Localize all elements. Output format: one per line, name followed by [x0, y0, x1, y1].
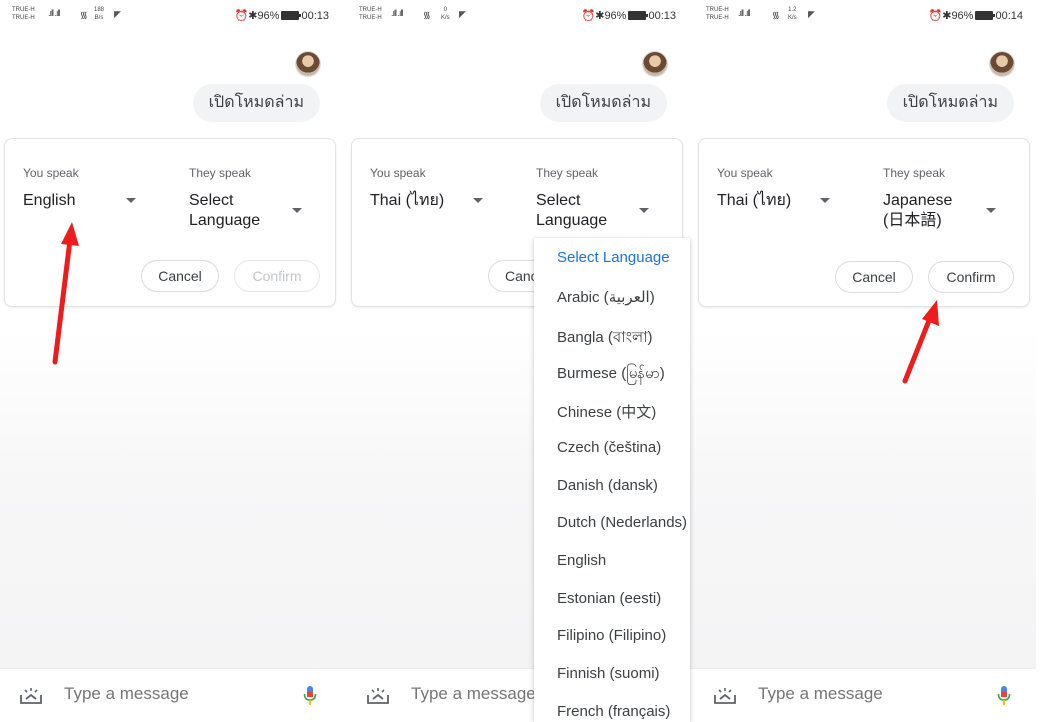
annotation-arrows [52, 222, 939, 384]
red-arrow-icon [52, 222, 79, 365]
red-arrow-icon [902, 300, 939, 384]
